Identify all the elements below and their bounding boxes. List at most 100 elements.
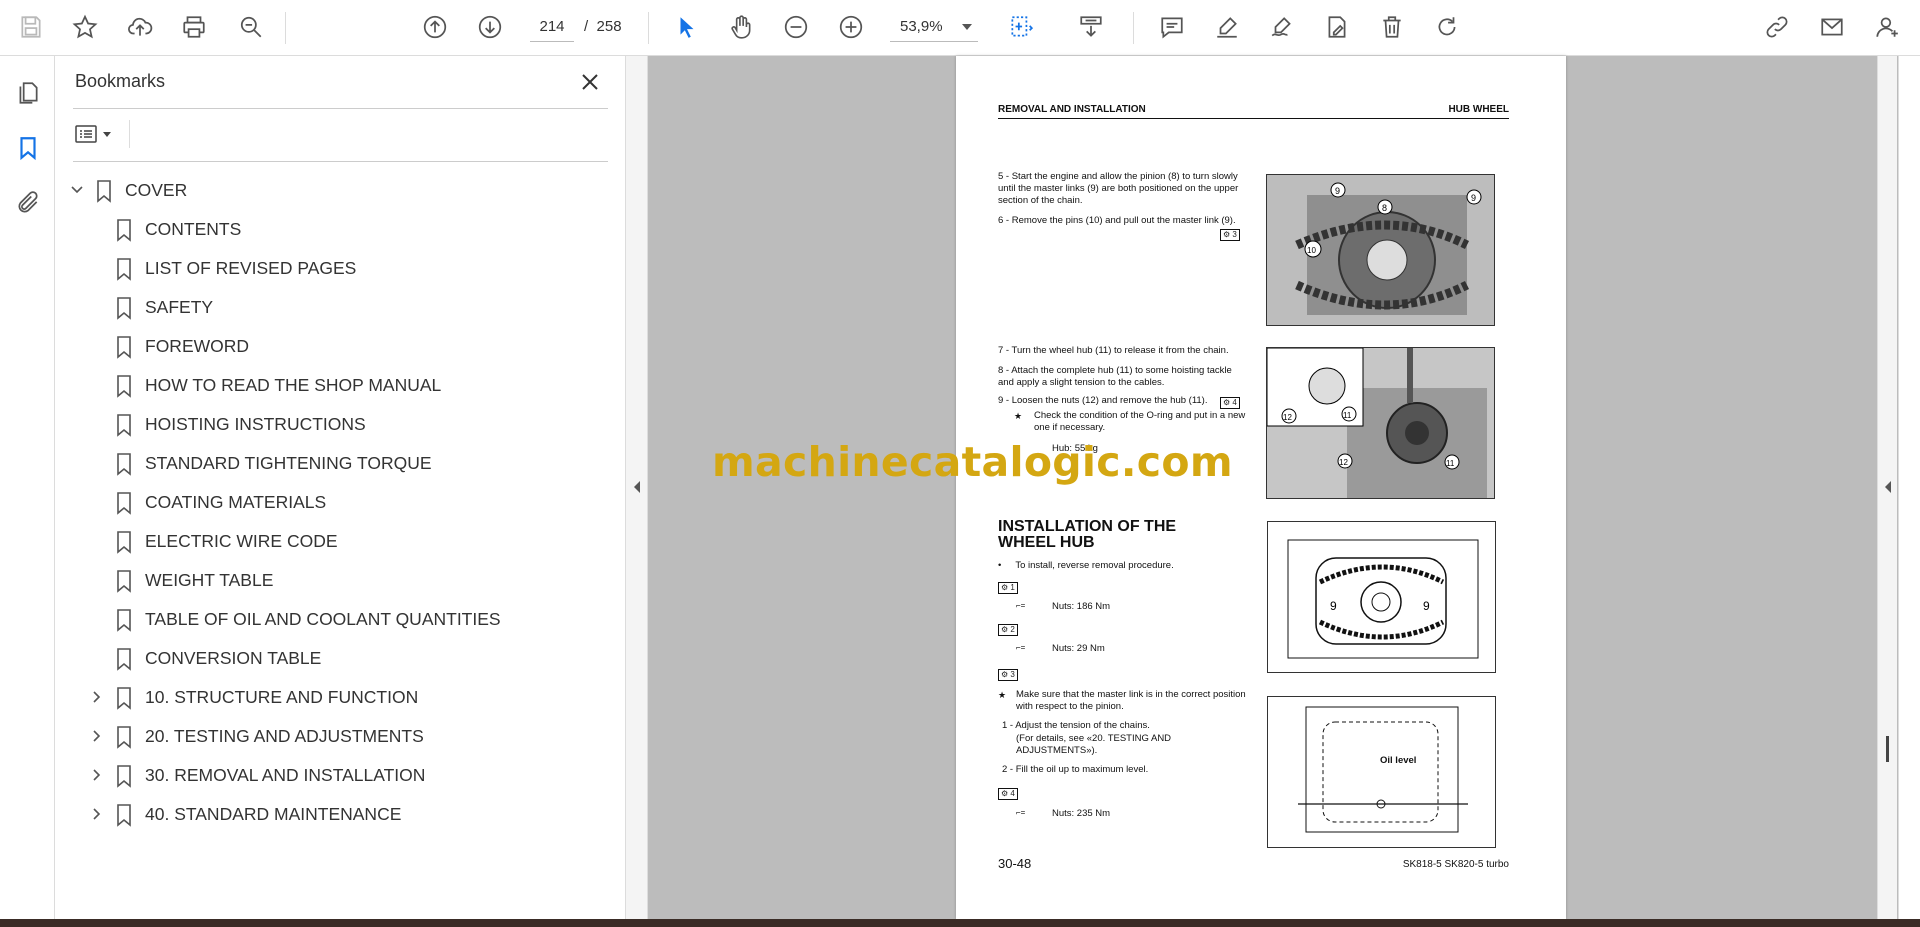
svg-text:12: 12: [1283, 413, 1292, 422]
bookmark-icon[interactable]: [11, 131, 45, 165]
highlight-icon[interactable]: [1210, 10, 1244, 44]
chevron-down-icon: [103, 131, 111, 137]
bookmark-item-how-to-read[interactable]: HOW TO READ THE SHOP MANUAL: [56, 366, 624, 405]
step-8: 8 - Attach the complete hub (11) to some…: [998, 365, 1232, 388]
bookmark-label: WEIGHT TABLE: [145, 570, 274, 590]
page-number: 30-48: [998, 856, 1032, 871]
collapse-left-panel-button[interactable]: [626, 56, 648, 919]
bookmark-item-removal[interactable]: 30. REMOVAL AND INSTALLATION: [56, 756, 624, 795]
bookmark-label: CONVERSION TABLE: [145, 648, 322, 668]
torque-spec-2: Nuts: 29 Nm: [1052, 643, 1105, 654]
scroll-position-indicator[interactable]: [1886, 736, 1889, 762]
next-page-icon[interactable]: [473, 10, 507, 44]
reference-tag: ⚙ 4: [1220, 397, 1240, 409]
bookmark-label: CONTENTS: [145, 219, 242, 239]
step-6: 6 - Remove the pins (10) and pull out th…: [998, 215, 1236, 226]
page-header-left: REMOVAL AND INSTALLATION: [998, 104, 1146, 115]
bookmark-icon: [95, 179, 113, 203]
bookmark-icon: [115, 764, 133, 788]
step-5: 5 - Start the engine and allow the pinio…: [998, 171, 1239, 206]
save-icon[interactable]: [14, 10, 48, 44]
svg-text:9: 9: [1330, 599, 1337, 613]
bookmark-icon: [115, 491, 133, 515]
print-icon[interactable]: [177, 10, 211, 44]
bookmark-label: HOW TO READ THE SHOP MANUAL: [145, 375, 442, 395]
bookmark-item-structure[interactable]: 10. STRUCTURE AND FUNCTION: [56, 678, 624, 717]
wrench-icon: ⌐=: [1016, 601, 1026, 610]
bookmark-item-oil-table[interactable]: TABLE OF OIL AND COOLANT QUANTITIES: [56, 600, 624, 639]
account-icon[interactable]: [1870, 10, 1904, 44]
bookmark-icon: [115, 452, 133, 476]
prev-page-icon[interactable]: [418, 10, 452, 44]
bookmark-item-foreword[interactable]: FOREWORD: [56, 327, 624, 366]
note-master-link: Make sure that the master link is in the…: [1016, 689, 1246, 712]
chevron-right-icon[interactable]: [88, 688, 106, 706]
bookmark-label: SAFETY: [145, 297, 214, 317]
pages-icon[interactable]: [11, 76, 45, 110]
torque-spec-1: Nuts: 186 Nm: [1052, 601, 1111, 612]
bookmark-item-coating[interactable]: COATING MATERIALS: [56, 483, 624, 522]
zoom-out-icon[interactable]: [779, 10, 813, 44]
reference-tag: ⚙ 3: [1220, 229, 1240, 241]
mail-icon[interactable]: [1815, 10, 1849, 44]
bookmark-item-maintenance[interactable]: 40. STANDARD MAINTENANCE: [56, 795, 624, 834]
bookmark-icon: [115, 725, 133, 749]
edit-icon[interactable]: [1320, 10, 1354, 44]
delete-icon[interactable]: [1375, 10, 1409, 44]
bookmark-item-hoisting[interactable]: HOISTING INSTRUCTIONS: [56, 405, 624, 444]
page-total: / 258: [584, 18, 622, 35]
bookmark-label: STANDARD TIGHTENING TORQUE: [145, 453, 432, 473]
hand-icon[interactable]: [724, 10, 758, 44]
bookmark-item-weight-table[interactable]: WEIGHT TABLE: [56, 561, 624, 600]
figure-oil-level: Oil level: [1267, 696, 1496, 848]
bookmark-icon: [115, 374, 133, 398]
zoom-in-icon[interactable]: [834, 10, 868, 44]
wrench-icon: ⌐=: [1016, 643, 1026, 652]
chevron-right-icon[interactable]: [88, 766, 106, 784]
select-icon[interactable]: [670, 10, 704, 44]
zoom-select[interactable]: 53,9%: [890, 12, 978, 42]
bookmark-icon: [115, 218, 133, 242]
vertical-scrollbar[interactable]: [1898, 56, 1920, 919]
bookmark-icon: [115, 647, 133, 671]
paperclip-icon[interactable]: [11, 186, 45, 220]
main-toolbar: / 258 53,9%: [0, 0, 1920, 56]
close-icon[interactable]: [576, 68, 604, 96]
chevron-right-icon[interactable]: [88, 727, 106, 745]
page-number-input[interactable]: [530, 12, 574, 42]
bookmark-item-safety[interactable]: SAFETY: [56, 288, 624, 327]
bookmark-item-torque[interactable]: STANDARD TIGHTENING TORQUE: [56, 444, 624, 483]
scroll-icon[interactable]: [1074, 10, 1108, 44]
chevron-left-icon: [1885, 481, 1891, 493]
bookmark-icon: [115, 608, 133, 632]
link-icon[interactable]: [1760, 10, 1794, 44]
svg-text:9: 9: [1335, 186, 1340, 196]
chevron-right-icon[interactable]: [88, 805, 106, 823]
bookmark-label: ELECTRIC WIRE CODE: [145, 531, 338, 551]
sign-icon[interactable]: [1265, 10, 1299, 44]
step-9: 9 - Loosen the nuts (12) and remove the …: [998, 395, 1208, 406]
comment-icon[interactable]: [1155, 10, 1189, 44]
rotate-icon[interactable]: [1430, 10, 1464, 44]
svg-text:9: 9: [1423, 599, 1430, 613]
star-icon[interactable]: [68, 10, 102, 44]
expand-right-panel-button[interactable]: [1877, 56, 1897, 919]
upload-icon[interactable]: [123, 10, 157, 44]
panel-title: Bookmarks: [75, 71, 166, 91]
figure-hub-removal: 12 11 12 11: [1266, 347, 1495, 499]
bookmarks-panel: Bookmarks COVER CONTENTS LIST OF REVISED…: [56, 56, 626, 919]
bookmark-options-button[interactable]: [75, 119, 123, 149]
bookmark-item-revised-pages[interactable]: LIST OF REVISED PAGES: [56, 249, 624, 288]
bookmark-label: 10. STRUCTURE AND FUNCTION: [145, 687, 419, 707]
svg-text:8: 8: [1382, 203, 1387, 213]
oil-level-label: Oil level: [1380, 755, 1417, 766]
zoom-search-icon[interactable]: [234, 10, 268, 44]
chevron-down-icon[interactable]: [68, 181, 86, 199]
bookmark-item-contents[interactable]: CONTENTS: [56, 210, 624, 249]
bookmark-item-conversion[interactable]: CONVERSION TABLE: [56, 639, 624, 678]
marquee-zoom-icon[interactable]: [1004, 10, 1038, 44]
bookmark-item-wire-code[interactable]: ELECTRIC WIRE CODE: [56, 522, 624, 561]
bookmark-item-cover[interactable]: COVER: [56, 171, 624, 210]
bookmark-item-testing[interactable]: 20. TESTING AND ADJUSTMENTS: [56, 717, 624, 756]
reference-tag: ⚙ 3: [998, 669, 1018, 681]
